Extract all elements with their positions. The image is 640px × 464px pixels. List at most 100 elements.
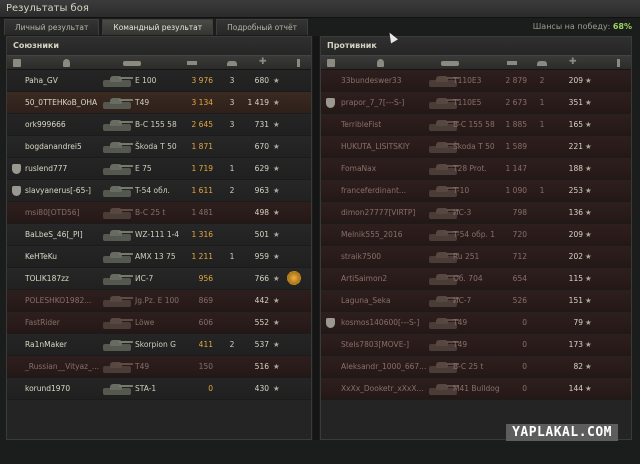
damage-value: 526 <box>512 296 527 305</box>
clan-shield-icon <box>326 318 335 328</box>
player-row[interactable]: FomaNax T28 Prot. 1 147 188 ★ <box>321 158 631 180</box>
squad-icon[interactable] <box>327 59 335 67</box>
enemies-column-header: ✚ <box>321 55 631 70</box>
player-row[interactable]: straik7500 Ru 251 712 202 ★ <box>321 246 631 268</box>
player-row[interactable]: Aleksandr_1000_667... В-С 25 t 0 82 ★ <box>321 356 631 378</box>
xp-value: 766 <box>254 274 269 283</box>
player-icon[interactable] <box>377 59 384 67</box>
damage-value: 150 <box>198 362 213 371</box>
player-row[interactable]: XxXx_Dooketr_xXxX... M41 Bulldog 0 144 ★ <box>321 378 631 400</box>
damage-icon[interactable] <box>507 61 517 65</box>
vehicle-name: T28 Prot. <box>453 164 487 173</box>
player-row[interactable]: ork999666 В-С 155 58 2 645 3 731 ★ <box>7 114 311 136</box>
vehicle-name: В-С 155 58 <box>453 120 495 129</box>
player-name: kosmos140600[---S-] <box>341 318 420 327</box>
vehicle-icon[interactable] <box>441 61 459 66</box>
player-name: korund1970 <box>25 384 71 393</box>
tab-detailed-report[interactable]: Подробный отчёт <box>216 19 308 35</box>
player-row[interactable]: _Russian__Vityaz_... T49 150 516 ★ <box>7 356 311 378</box>
player-name: TerribleFist <box>341 120 382 129</box>
xp-icon[interactable]: ✚ <box>569 57 577 67</box>
player-row[interactable]: Stels7803[MOVE-] T49 0 173 ★ <box>321 334 631 356</box>
player-row[interactable]: slavyanerus[-65-] T-54 обл. 1 611 2 963 ★ <box>7 180 311 202</box>
player-row[interactable]: ruslend777 E 75 1 719 1 629 ★ <box>7 158 311 180</box>
star-icon: ★ <box>585 230 592 239</box>
player-row[interactable]: 33bundeswer33 T110E3 2 879 2 209 ★ <box>321 70 631 92</box>
vehicle-name: T49 <box>453 340 468 349</box>
vehicle-name: T-54 обр. 1 <box>453 230 496 239</box>
player-row[interactable]: korund1970 STA-1 0 430 ★ <box>7 378 311 400</box>
kills-icon[interactable] <box>537 61 547 66</box>
vehicle-name: Škoda T 50 <box>453 142 495 151</box>
damage-value: 1 090 <box>505 186 527 195</box>
player-row[interactable]: msi80[OTD56] В-С 25 t 1 481 498 ★ <box>7 202 311 224</box>
star-icon: ★ <box>585 318 592 327</box>
xp-icon[interactable]: ✚ <box>259 57 267 67</box>
player-row[interactable]: KeHTeKu AMX 13 75 1 211 1 959 ★ <box>7 246 311 268</box>
vehicle-name: В-С 25 t <box>453 362 484 371</box>
tab-personal-result[interactable]: Личный результат <box>4 19 100 35</box>
player-row[interactable]: bogdanandrei5 Škoda T 50 1 871 670 ★ <box>7 136 311 158</box>
allies-column-header: ✚ <box>7 55 311 70</box>
enemies-panel: Противник ✚ 33bundeswer33 T110E3 2 879 2 209… <box>320 36 632 440</box>
player-row[interactable]: franceferdinant... T-10 1 090 1 253 ★ <box>321 180 631 202</box>
star-icon: ★ <box>585 362 592 371</box>
kills-value: 2 <box>229 186 235 195</box>
tab-team-result[interactable]: Командный результат <box>102 19 214 35</box>
player-row[interactable]: kosmos140600[---S-] T49 0 79 ★ <box>321 312 631 334</box>
player-row[interactable]: TOLIK187zz ИС-7 956 766 ★ <box>7 268 311 290</box>
damage-value: 1 611 <box>191 186 213 195</box>
player-row[interactable]: FastRider Löwe 606 552 ★ <box>7 312 311 334</box>
info-icon[interactable] <box>617 59 620 67</box>
damage-value: 1 481 <box>191 208 213 217</box>
xp-value: 537 <box>254 340 269 349</box>
damage-value: 654 <box>512 274 527 283</box>
info-icon[interactable] <box>297 59 300 67</box>
vehicle-icon[interactable] <box>123 61 141 66</box>
player-row[interactable]: ArtiSaimon2 Об. 704 654 115 ★ <box>321 268 631 290</box>
damage-value: 956 <box>198 274 213 283</box>
player-row[interactable]: dimon27777[VIRTP] ИС-3 798 136 ★ <box>321 202 631 224</box>
clan-shield-icon <box>12 186 21 196</box>
xp-value: 430 <box>254 384 269 393</box>
squad-icon[interactable] <box>13 59 21 67</box>
kills-icon[interactable] <box>227 61 237 66</box>
vehicle-name: Škoda T 50 <box>135 142 177 151</box>
player-row[interactable]: 50_0TTEHKoB_OHA T49 3 134 3 1 419 ★ <box>7 92 311 114</box>
player-row[interactable]: Laguna_Seka ИС-7 526 151 ★ <box>321 290 631 312</box>
tank-icon <box>103 382 133 396</box>
window-title: Результаты боя <box>6 3 89 14</box>
player-name: Melnik555_2016 <box>341 230 403 239</box>
player-row[interactable]: prapor_7_7[---S-] T110E5 2 673 1 351 ★ <box>321 92 631 114</box>
player-row[interactable]: TerribleFist В-С 155 58 1 885 1 165 ★ <box>321 114 631 136</box>
player-row[interactable]: Paha_GV E 100 3 976 3 680 ★ <box>7 70 311 92</box>
damage-value: 0 <box>522 384 527 393</box>
kills-value: 1 <box>539 120 545 129</box>
vehicle-name: В-С 25 t <box>135 208 166 217</box>
player-row[interactable]: BaLbeS_46[_PI] WZ-111 1-4 1 316 501 ★ <box>7 224 311 246</box>
player-row[interactable]: HUKUTA_LISITSKIY Škoda T 50 1 589 221 ★ <box>321 136 631 158</box>
allies-title: Союзники <box>7 37 311 55</box>
kills-value: 3 <box>229 76 235 85</box>
tank-icon <box>103 316 133 330</box>
damage-value: 1 589 <box>505 142 527 151</box>
tank-icon <box>103 294 133 308</box>
win-chance-label: Шансы на победу: <box>532 22 611 31</box>
player-name: straik7500 <box>341 252 382 261</box>
star-icon: ★ <box>585 98 592 107</box>
xp-value: 253 <box>568 186 583 195</box>
player-row[interactable]: POLESHKO1982... Jg.Pz. E 100 869 442 ★ <box>7 290 311 312</box>
clan-shield-icon <box>12 164 21 174</box>
xp-value: 151 <box>568 296 583 305</box>
vehicle-name: ИС-7 <box>135 274 154 283</box>
kills-value: 3 <box>229 98 235 107</box>
star-icon: ★ <box>585 164 592 173</box>
damage-icon[interactable] <box>187 61 197 65</box>
player-icon[interactable] <box>63 59 70 67</box>
player-row[interactable]: Melnik555_2016 T-54 обр. 1 720 209 ★ <box>321 224 631 246</box>
player-name: bogdanandrei5 <box>25 142 82 151</box>
player-name: 33bundeswer33 <box>341 76 402 85</box>
tank-icon <box>103 74 133 88</box>
enemies-rows: 33bundeswer33 T110E3 2 879 2 209 ★ prapor_7_7[… <box>321 70 631 400</box>
player-row[interactable]: Ra1nMaker Skorpion G 411 2 537 ★ <box>7 334 311 356</box>
